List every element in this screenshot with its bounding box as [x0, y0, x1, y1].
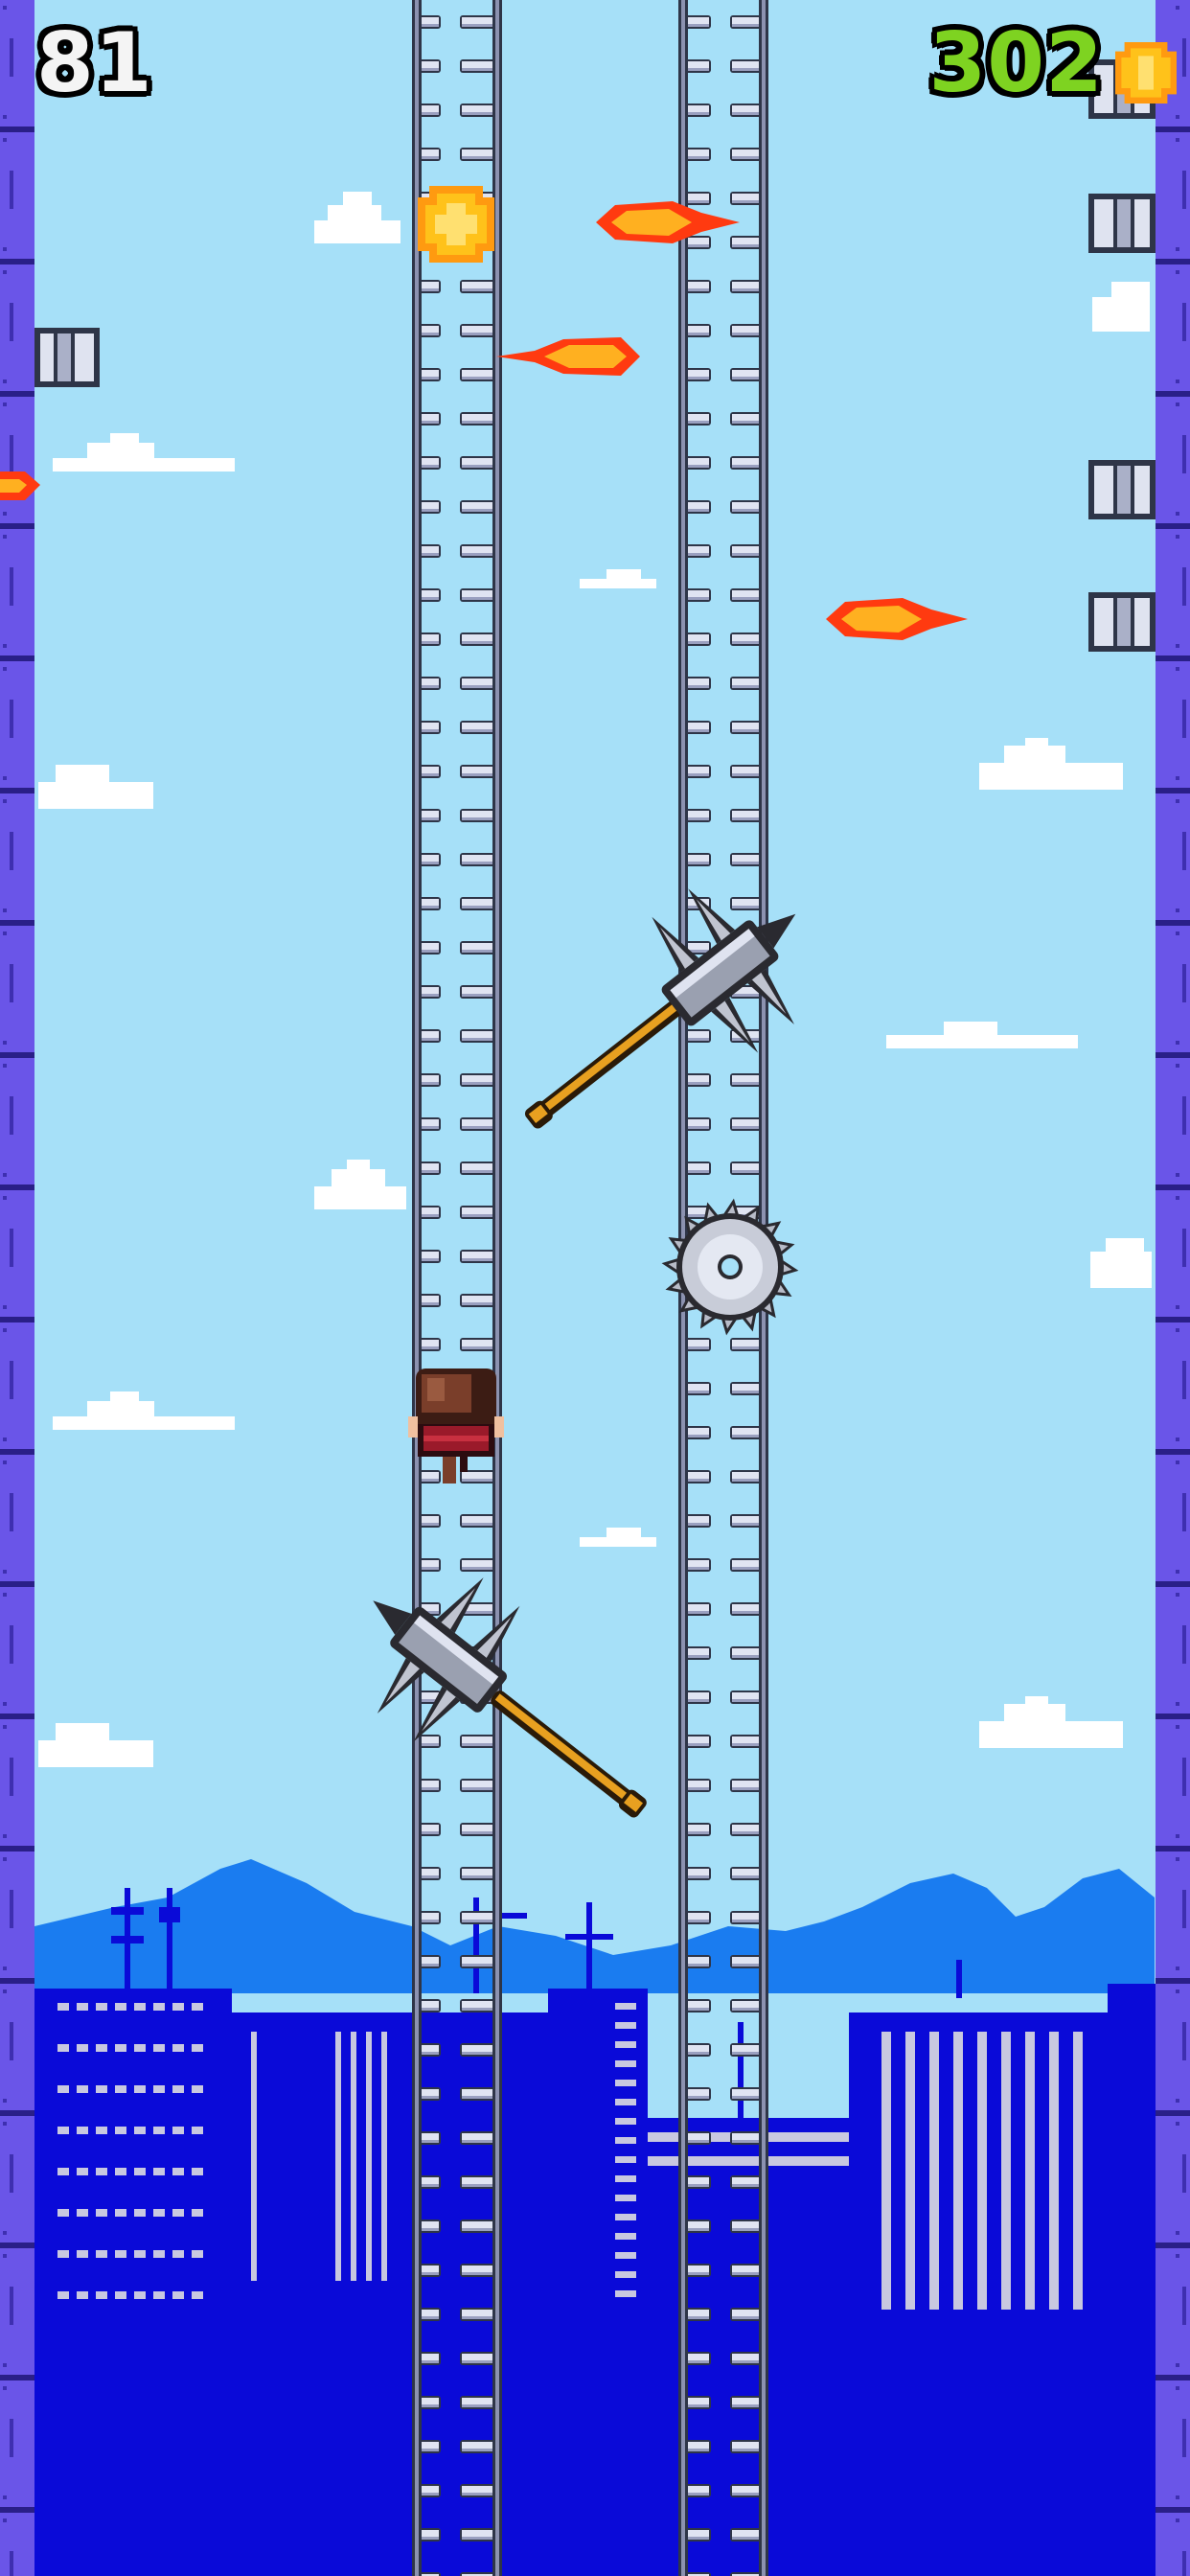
cannon-left-1: [34, 328, 100, 387]
left-ladder: [412, 0, 502, 2576]
right-wall: [1156, 0, 1190, 2576]
left-wall: [0, 0, 34, 2576]
coin-count: 302: [928, 15, 1104, 111]
cannon-right-4: [1088, 592, 1156, 652]
game-screen[interactable]: 81 302: [0, 0, 1190, 2576]
gold-coin: [418, 186, 494, 263]
coin-icon: [1115, 42, 1177, 104]
height-score: 81: [36, 15, 153, 111]
cannon-right-3: [1088, 460, 1156, 519]
cannon-right-2: [1088, 194, 1156, 253]
game-scene[interactable]: [0, 0, 1190, 2576]
